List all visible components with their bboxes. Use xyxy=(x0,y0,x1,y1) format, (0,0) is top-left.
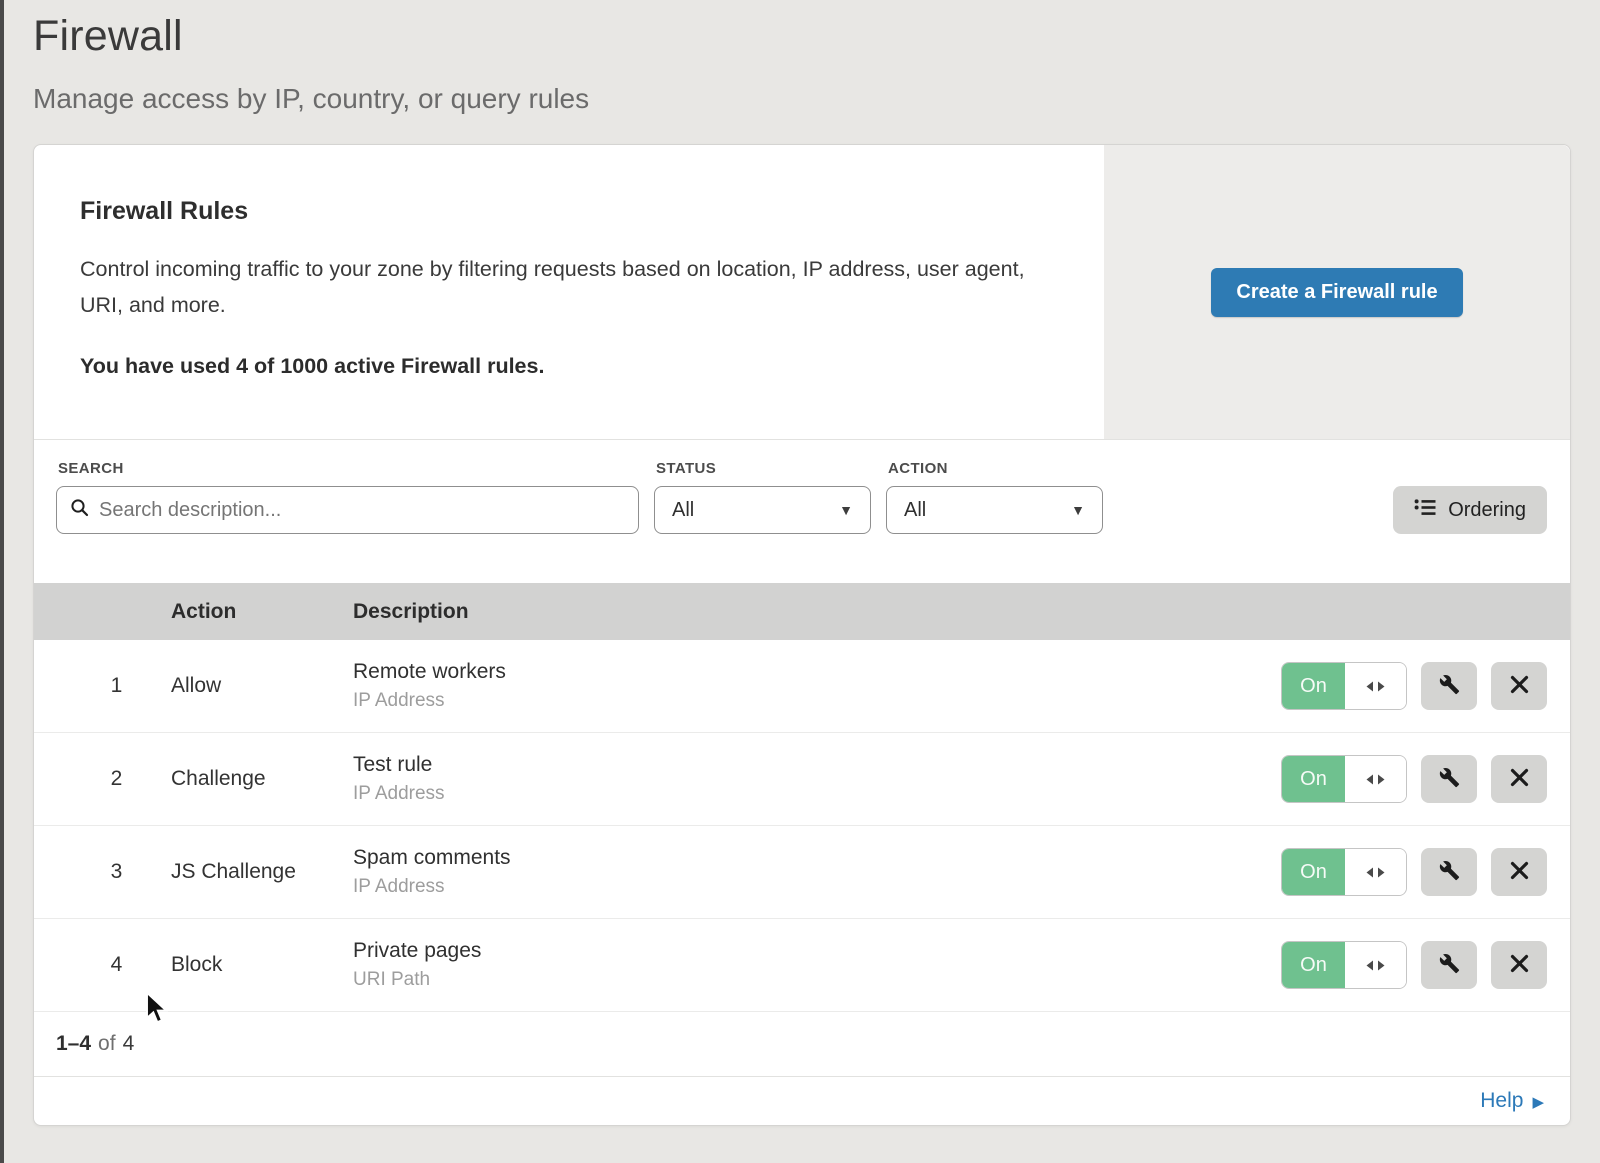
toggle-on-label: On xyxy=(1282,849,1345,895)
help-link[interactable]: Help ▶ xyxy=(1480,1089,1544,1113)
chevron-down-icon: ▼ xyxy=(1071,502,1085,518)
toggle-arrows-icon xyxy=(1345,942,1406,988)
rule-controls: On xyxy=(1281,848,1570,896)
table-header: Action Description xyxy=(34,583,1570,640)
toggle-on-label: On xyxy=(1282,942,1345,988)
toggle-arrows-icon xyxy=(1345,849,1406,895)
status-selected-value: All xyxy=(672,499,694,522)
delete-rule-button[interactable] xyxy=(1491,662,1547,710)
close-icon xyxy=(1510,675,1529,697)
page-subtitle: Manage access by IP, country, or query r… xyxy=(33,83,1600,115)
rule-enabled-toggle[interactable]: On xyxy=(1281,941,1407,989)
ordering-button-label: Ordering xyxy=(1448,499,1526,522)
search-icon xyxy=(70,498,89,522)
rule-action: Allow xyxy=(171,674,353,698)
search-label: SEARCH xyxy=(58,460,639,477)
rule-description: Spam comments xyxy=(353,846,1281,870)
pagination-separator: of xyxy=(98,1032,116,1056)
rule-controls: On xyxy=(1281,755,1570,803)
table-row: 1 Allow Remote workers IP Address On xyxy=(34,640,1570,733)
pagination-total: 4 xyxy=(123,1032,135,1056)
rule-field: IP Address xyxy=(353,876,1281,898)
table-row: 4 Block Private pages URI Path On xyxy=(34,919,1570,1012)
action-column-header: Action xyxy=(171,600,353,624)
delete-rule-button[interactable] xyxy=(1491,755,1547,803)
chevron-down-icon: ▼ xyxy=(839,502,853,518)
toggle-arrows-icon xyxy=(1345,756,1406,802)
rule-action: JS Challenge xyxy=(171,860,353,884)
rule-priority: 3 xyxy=(34,860,171,884)
rule-controls: On xyxy=(1281,941,1570,989)
edit-rule-button[interactable] xyxy=(1421,941,1477,989)
toggle-on-label: On xyxy=(1282,756,1345,802)
ordered-list-icon xyxy=(1414,498,1436,523)
wrench-icon xyxy=(1439,953,1460,977)
action-select[interactable]: All ▼ xyxy=(886,486,1103,534)
status-filter-group: STATUS All ▼ xyxy=(654,460,871,534)
wrench-icon xyxy=(1439,767,1460,791)
help-row: Help ▶ xyxy=(34,1077,1570,1125)
action-selected-value: All xyxy=(904,499,926,522)
filter-bar: SEARCH STATUS All ▼ ACTION All ▼ xyxy=(34,440,1570,583)
rule-field: IP Address xyxy=(353,690,1281,712)
delete-rule-button[interactable] xyxy=(1491,848,1547,896)
help-arrow-icon: ▶ xyxy=(1532,1093,1544,1111)
create-firewall-rule-button[interactable]: Create a Firewall rule xyxy=(1211,268,1462,317)
ordering-button[interactable]: Ordering xyxy=(1393,486,1547,534)
create-rule-panel: Create a Firewall rule xyxy=(1104,145,1570,439)
rule-description: Remote workers xyxy=(353,660,1281,684)
rule-enabled-toggle[interactable]: On xyxy=(1281,848,1407,896)
search-input-wrapper[interactable] xyxy=(56,486,639,534)
edit-rule-button[interactable] xyxy=(1421,848,1477,896)
rule-field: IP Address xyxy=(353,783,1281,805)
close-icon xyxy=(1510,861,1529,883)
wrench-icon xyxy=(1439,860,1460,884)
rule-description: Test rule xyxy=(353,753,1281,777)
rule-description: Private pages xyxy=(353,939,1281,963)
firewall-rules-card: Firewall Rules Control incoming traffic … xyxy=(33,144,1571,1126)
toggle-on-label: On xyxy=(1282,663,1345,709)
rule-priority: 4 xyxy=(34,953,171,977)
pagination-range: 1–4 xyxy=(56,1032,91,1056)
rule-enabled-toggle[interactable]: On xyxy=(1281,755,1407,803)
wrench-icon xyxy=(1439,674,1460,698)
status-select[interactable]: All ▼ xyxy=(654,486,871,534)
close-icon xyxy=(1510,954,1529,976)
help-link-label: Help xyxy=(1480,1089,1523,1113)
usage-summary: You have used 4 of 1000 active Firewall … xyxy=(80,354,1064,379)
page-header: Firewall Manage access by IP, country, o… xyxy=(0,0,1600,115)
action-filter-group: ACTION All ▼ xyxy=(886,460,1103,534)
table-row: 2 Challenge Test rule IP Address On xyxy=(34,733,1570,826)
delete-rule-button[interactable] xyxy=(1491,941,1547,989)
close-icon xyxy=(1510,768,1529,790)
section-title: Firewall Rules xyxy=(80,197,1064,226)
search-filter-group: SEARCH xyxy=(56,460,639,534)
edit-rule-button[interactable] xyxy=(1421,755,1477,803)
action-label: ACTION xyxy=(888,460,1103,477)
rule-action: Block xyxy=(171,953,353,977)
card-top-section: Firewall Rules Control incoming traffic … xyxy=(34,145,1570,440)
pagination-footer: 1–4 of 4 xyxy=(34,1012,1570,1077)
rule-controls: On xyxy=(1281,662,1570,710)
description-column-header: Description xyxy=(353,600,1570,624)
window-left-edge xyxy=(0,0,4,1163)
section-description: Control incoming traffic to your zone by… xyxy=(80,251,1030,323)
table-row: 3 JS Challenge Spam comments IP Address … xyxy=(34,826,1570,919)
rule-priority: 1 xyxy=(34,674,171,698)
page-title: Firewall xyxy=(33,12,1600,61)
status-label: STATUS xyxy=(656,460,871,477)
toggle-arrows-icon xyxy=(1345,663,1406,709)
rule-action: Challenge xyxy=(171,767,353,791)
rule-enabled-toggle[interactable]: On xyxy=(1281,662,1407,710)
rule-field: URI Path xyxy=(353,969,1281,991)
search-input[interactable] xyxy=(99,499,625,522)
firewall-rules-info: Firewall Rules Control incoming traffic … xyxy=(34,145,1104,439)
edit-rule-button[interactable] xyxy=(1421,662,1477,710)
rule-priority: 2 xyxy=(34,767,171,791)
